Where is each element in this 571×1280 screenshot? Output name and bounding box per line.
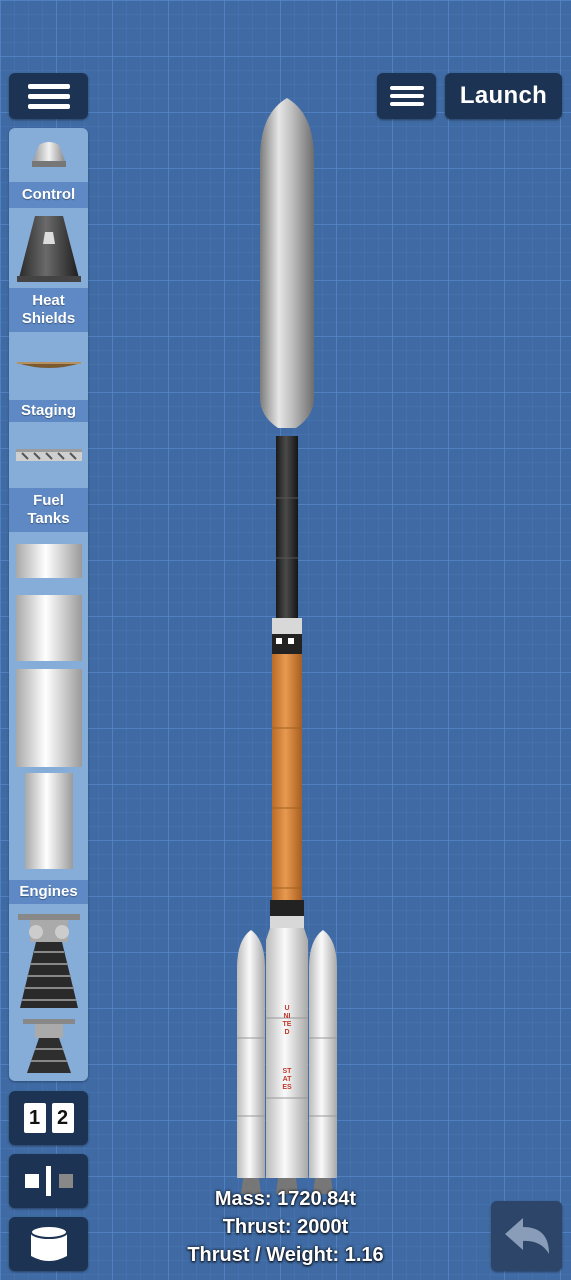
stage-number-1: 1 — [23, 1103, 46, 1133]
payload-fairing[interactable] — [260, 98, 314, 428]
category-engines[interactable]: Engines — [9, 880, 88, 904]
parts-panel: Control Heat Shields Staging Fuel Tanks — [9, 128, 88, 1081]
large-engine-icon — [17, 914, 80, 1008]
fuel-tank-medium-icon — [15, 595, 82, 661]
part-fuel-tank-small[interactable] — [9, 532, 88, 590]
part-fuel-tank-large[interactable] — [9, 666, 88, 770]
launch-button[interactable]: Launch — [445, 73, 562, 119]
booster-text-states: STATES — [282, 1068, 292, 1091]
thrust-readout: Thrust: 2000t — [222, 1216, 349, 1238]
orange-fuel-tank[interactable] — [272, 654, 302, 900]
stage-number-2: 2 — [51, 1103, 74, 1133]
hamburger-menu-icon — [389, 82, 424, 110]
main-menu-button[interactable] — [9, 73, 88, 119]
fuel-tank-large-icon — [15, 669, 82, 767]
part-separator[interactable] — [9, 422, 88, 488]
part-heat-shield[interactable] — [9, 332, 88, 400]
part-probe-capsule[interactable] — [9, 128, 88, 182]
upper-decoupler[interactable] — [272, 618, 302, 654]
heat-shield-icon — [16, 362, 81, 368]
separator-icon — [15, 449, 82, 461]
stage-numbers-button[interactable]: 1 2 — [9, 1091, 88, 1145]
category-fuel-tanks[interactable]: Fuel Tanks — [9, 488, 88, 532]
right-booster[interactable] — [309, 930, 337, 1178]
command-capsule-icon — [16, 216, 81, 282]
part-fuel-tank-narrow[interactable] — [9, 770, 88, 872]
core-stage[interactable] — [266, 928, 308, 1178]
category-heat-shields[interactable]: Heat Shields — [9, 288, 88, 332]
small-engine-icon — [22, 1019, 75, 1073]
category-control[interactable]: Control — [9, 182, 88, 208]
fuel-tank-small-icon — [15, 544, 82, 578]
part-command-capsule[interactable] — [9, 208, 88, 288]
options-menu-button[interactable] — [377, 73, 436, 119]
part-small-engine[interactable] — [9, 1014, 88, 1078]
hamburger-menu-icon — [27, 79, 70, 114]
left-booster[interactable] — [237, 930, 265, 1178]
interstage-column[interactable] — [276, 436, 298, 618]
part-fuel-tank-medium[interactable] — [9, 590, 88, 666]
thrust-weight-readout: Thrust / Weight: 1.16 — [187, 1244, 384, 1266]
launch-label: Launch — [459, 82, 548, 109]
part-large-engine[interactable] — [9, 910, 88, 1014]
mass-readout: Mass: 1720.84t — [214, 1188, 357, 1210]
lower-decoupler[interactable] — [270, 900, 304, 928]
probe-capsule-icon — [31, 142, 66, 167]
booster-text-united: UNITED — [282, 1005, 292, 1036]
category-staging[interactable]: Staging — [9, 400, 88, 422]
fuel-tank-narrow-icon — [24, 773, 73, 869]
